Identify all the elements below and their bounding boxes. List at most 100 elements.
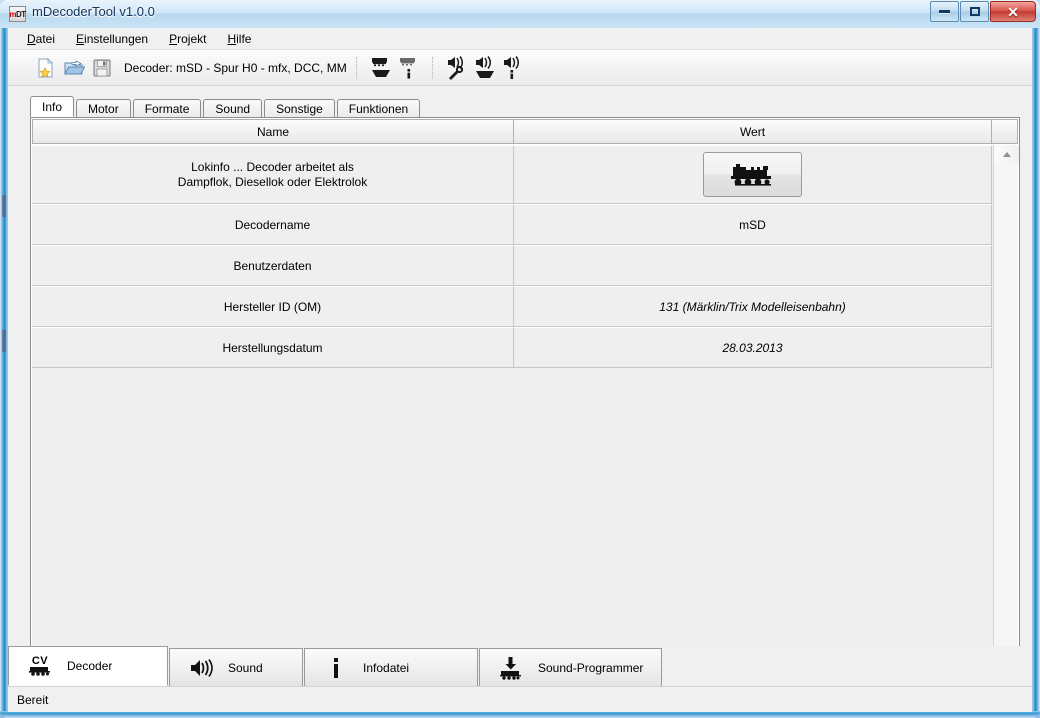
row-value-cell: mSD: [514, 204, 992, 244]
loco-type-button[interactable]: [703, 152, 802, 197]
sound-info-button[interactable]: [499, 53, 527, 83]
bottom-nav-sound[interactable]: Sound: [169, 648, 303, 686]
bottom-nav-label: Sound-Programmer: [538, 660, 644, 675]
application-window: mDT mDecoderTool v1.0.0 ✕ Datei Einstel: [0, 0, 1040, 718]
steam-locomotive-icon: [730, 163, 771, 186]
vertical-scrollbar[interactable]: [993, 145, 1019, 669]
row-value-cell[interactable]: [514, 245, 992, 285]
row-name-cell: Lokinfo ... Decoder arbeitet als Dampflo…: [32, 145, 514, 203]
row-name-cell: Decodername: [32, 204, 514, 244]
toolbar-separator: [431, 56, 434, 79]
tab-label: Sound: [215, 102, 251, 116]
row-value-cell: [514, 145, 992, 203]
cv-label: CV: [31, 655, 49, 667]
client-area: Datei Einstellungen Projekt Hilfe Decode…: [7, 28, 1033, 712]
bottom-navigation: CV Decoder Sound Infodatei Sound-Program…: [8, 646, 1032, 686]
table-row[interactable]: Benutzerdaten: [32, 245, 992, 286]
open-decoder-icon: [371, 57, 390, 77]
speaker-icon: [188, 658, 214, 678]
info-panel: Name Wert Lokinfo ... Decoder arbeitet a…: [30, 117, 1020, 670]
tab-label: Sonstige: [276, 102, 323, 116]
tab-sound[interactable]: Sound: [203, 99, 263, 118]
menu-label-datei: atei: [35, 31, 56, 46]
grid-body: Lokinfo ... Decoder arbeitet als Dampflo…: [32, 145, 1018, 669]
window-border-right: [1033, 28, 1040, 712]
window-border-bottom: [0, 711, 1040, 718]
tab-sonstige[interactable]: Sonstige: [264, 99, 335, 118]
menu-item-datei[interactable]: Datei: [17, 29, 66, 49]
bottom-nav-label: Sound: [228, 660, 263, 675]
bottom-nav-sound-programmer[interactable]: Sound-Programmer: [479, 648, 663, 686]
column-header-name[interactable]: Name: [32, 119, 514, 144]
menu-item-projekt[interactable]: Projekt: [159, 29, 217, 49]
chevron-up-icon: [1002, 152, 1011, 157]
mdt-app-icon: m DT: [9, 6, 26, 22]
menu-label-projekt: rojekt: [177, 31, 207, 46]
new-file-icon: [38, 57, 53, 78]
table-row[interactable]: Herstellungsdatum 28.03.2013: [32, 327, 992, 368]
tab-strip: Info Motor Formate Sound Sonstige Funkti…: [30, 96, 1020, 118]
tab-formate[interactable]: Formate: [132, 99, 202, 118]
tab-motor[interactable]: Motor: [76, 99, 131, 118]
table-row[interactable]: Lokinfo ... Decoder arbeitet als Dampflo…: [32, 145, 992, 204]
decoder-info-button[interactable]: [395, 53, 423, 83]
sound-tools-icon: [447, 55, 463, 80]
locomotive-glyph: [29, 667, 50, 676]
minimize-icon: [939, 10, 950, 13]
status-bar: Bereit: [8, 686, 1032, 712]
save-button[interactable]: [88, 53, 116, 83]
tab-label: Funktionen: [348, 102, 409, 116]
close-button[interactable]: ✕: [990, 1, 1036, 22]
row-value-cell: 131 (Märklin/Trix Modelleisenbahn): [514, 286, 992, 326]
row-name-line2: Dampflok, Diesellok oder Elektrolok: [177, 174, 368, 189]
open-sound-icon: [475, 55, 494, 78]
open-decoder-button[interactable]: [367, 53, 395, 83]
window-border-accent: [2, 330, 6, 352]
column-header-wert[interactable]: Wert: [514, 119, 992, 144]
tab-funktionen[interactable]: Funktionen: [336, 99, 421, 118]
bottom-nav-label: Decoder: [67, 659, 113, 673]
decoder-info-icon: [399, 57, 415, 79]
tab-label: Motor: [88, 102, 119, 116]
row-name-cell: Hersteller ID (OM): [32, 286, 514, 326]
toolbar-separator: [355, 56, 358, 79]
cv-loco-icon: CV: [27, 656, 53, 676]
save-disk-icon: [93, 59, 111, 76]
grid-header: Name Wert: [32, 119, 1018, 144]
column-header-spacer: [992, 119, 1018, 144]
info-glyph: [334, 657, 338, 678]
menu-label-hilfe: ilfe: [236, 31, 252, 46]
row-name-line1: Lokinfo ... Decoder arbeitet als: [191, 159, 354, 174]
tab-label: Info: [42, 99, 63, 114]
menu-item-hilfe[interactable]: Hilfe: [217, 29, 262, 49]
open-folder-icon: [64, 59, 85, 74]
toolbar: Decoder: mSD - Spur H0 - mfx, DCC, MM: [8, 50, 1032, 86]
menu-bar: Datei Einstellungen Projekt Hilfe: [8, 28, 1032, 50]
table-row[interactable]: Hersteller ID (OM) 131 (Märklin/Trix Mod…: [32, 286, 992, 327]
bottom-nav-decoder[interactable]: CV Decoder: [8, 646, 168, 686]
open-folder-button[interactable]: [60, 53, 88, 83]
speaker-glyph: [191, 658, 213, 677]
menu-item-einstellungen[interactable]: Einstellungen: [66, 29, 159, 49]
restore-button[interactable]: [960, 1, 989, 22]
scroll-up-button[interactable]: [994, 145, 1019, 164]
table-row[interactable]: Decodername mSD: [32, 204, 992, 245]
info-icon: [323, 657, 349, 679]
window-border-accent: [2, 195, 6, 217]
new-file-button[interactable]: [32, 53, 60, 83]
sound-info-icon: [503, 55, 519, 79]
status-text: Bereit: [17, 692, 49, 707]
menu-label-einstellungen: instellungen: [84, 31, 149, 46]
bottom-nav-infodatei[interactable]: Infodatei: [304, 648, 478, 686]
bottom-nav-label: Infodatei: [363, 660, 410, 675]
close-icon: ✕: [1007, 3, 1019, 20]
row-name-cell: Herstellungsdatum: [32, 327, 514, 367]
open-sound-button[interactable]: [471, 53, 499, 83]
window-border-left: [0, 28, 7, 712]
decoder-status-label: Decoder: mSD - Spur H0 - mfx, DCC, MM: [124, 60, 347, 75]
tab-label: Formate: [144, 102, 190, 116]
minimize-button[interactable]: [930, 1, 959, 22]
restore-icon: [969, 7, 980, 16]
tab-info[interactable]: Info: [30, 96, 75, 117]
sound-tools-button[interactable]: [443, 53, 471, 83]
